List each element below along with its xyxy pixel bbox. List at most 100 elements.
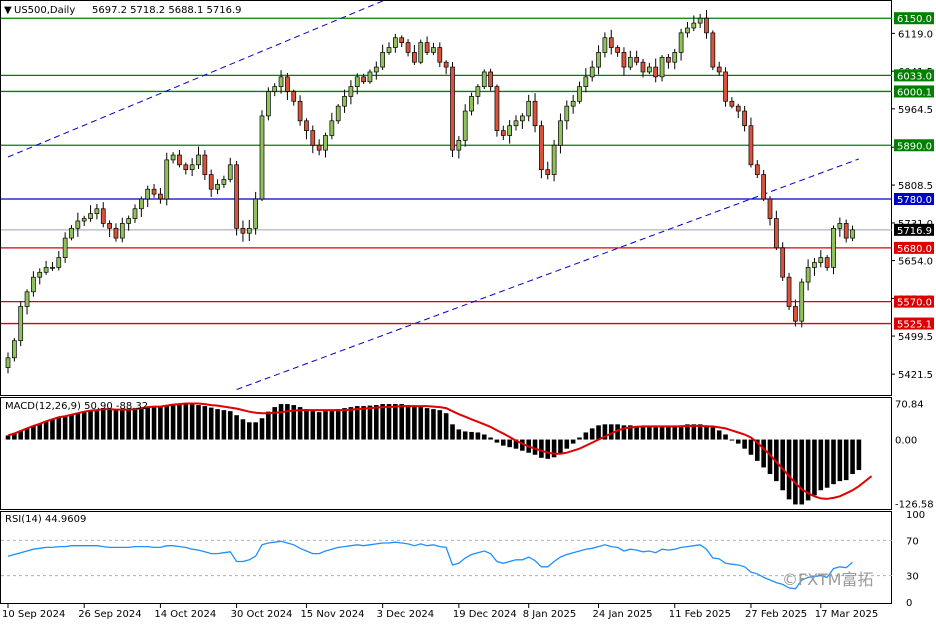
candle-body-133 <box>850 229 855 239</box>
candle-31 <box>202 150 208 180</box>
macd-bar-115 <box>735 439 741 444</box>
time-tick-label-0: 10 Sep 2024 <box>2 609 65 620</box>
candle-68 <box>437 42 443 67</box>
candle-body-27 <box>177 154 182 166</box>
macd-bar-26 <box>170 404 176 440</box>
candle-74 <box>475 84 481 105</box>
macd-bar-93 <box>596 425 601 440</box>
macd-bar-87 <box>558 439 563 454</box>
candle-body-42 <box>272 86 278 92</box>
candle-body-24 <box>158 193 163 200</box>
candle-57 <box>367 69 373 84</box>
candle-133 <box>850 225 855 242</box>
candle-body-78 <box>500 130 506 136</box>
candle-53 <box>342 89 347 113</box>
candle-123 <box>786 272 792 311</box>
candle-body-19 <box>126 218 132 224</box>
time-axis: 10 Sep 2024 26 Sep 2024 14 Oct 2024 30 Oct … <box>2 604 878 620</box>
time-tick-label-2: 14 Oct 2024 <box>154 609 216 620</box>
candle-body-41 <box>266 91 271 117</box>
candle-body-63 <box>405 42 411 53</box>
macd-bar-119 <box>761 439 766 468</box>
time-tick-label-4: 15 Nov 2024 <box>300 609 364 620</box>
candle-body-107 <box>685 27 690 34</box>
candle-body-96 <box>615 47 620 53</box>
collapse-triangle-icon[interactable]: ▼ <box>4 5 12 16</box>
candle-body-34 <box>221 179 227 185</box>
candle-body-82 <box>526 100 532 117</box>
macd-bar-27 <box>177 404 182 440</box>
candle-71 <box>456 136 462 159</box>
candle-100 <box>640 58 646 78</box>
macd-bar-53 <box>342 408 347 440</box>
candle-body-86 <box>551 144 557 175</box>
macd-bar-106 <box>678 425 684 440</box>
candle-body-101 <box>646 66 652 73</box>
candle-121 <box>773 210 779 251</box>
candle-body-62 <box>399 37 405 43</box>
channel-lines <box>7 0 860 391</box>
candle-58 <box>373 61 379 80</box>
candle-body-21 <box>139 198 144 210</box>
candle-109 <box>697 13 703 28</box>
candle-5 <box>37 268 43 285</box>
candle-body-127 <box>812 262 817 268</box>
candle-body-102 <box>653 66 659 78</box>
candle-body-56 <box>361 76 366 83</box>
candle-body-58 <box>373 66 379 73</box>
rsi-reference-lines <box>1 539 892 577</box>
candle-51 <box>329 112 335 140</box>
candle-body-97 <box>621 52 627 68</box>
macd-bar-33 <box>215 409 220 440</box>
macd-bar-85 <box>545 439 551 459</box>
candle-body-95 <box>608 37 614 48</box>
candle-body-106 <box>678 32 684 53</box>
candle-75 <box>481 69 487 90</box>
price-tick-label-2: 5964.5 <box>898 105 933 116</box>
candle-body-52 <box>335 105 341 122</box>
level-label-1: 6033.0 <box>897 71 932 82</box>
candle-body-20 <box>132 208 138 219</box>
candle-64 <box>412 45 417 66</box>
rsi-line <box>7 540 853 590</box>
candle-body-18 <box>119 223 125 239</box>
time-tick-label-6: 19 Dec 2024 <box>453 609 517 620</box>
candle-body-98 <box>627 56 633 68</box>
macd-bar-47 <box>304 409 309 440</box>
candle-body-116 <box>742 110 747 127</box>
candle-41 <box>266 87 271 121</box>
candle-124 <box>793 299 798 327</box>
macd-bar-60 <box>386 404 392 440</box>
candle-body-74 <box>475 86 481 97</box>
candle-4 <box>31 271 36 297</box>
candle-122 <box>780 242 786 282</box>
candle-112 <box>716 61 722 76</box>
candle-46 <box>297 95 303 126</box>
candle-8 <box>56 251 62 271</box>
macd-bar-5 <box>37 423 43 440</box>
macd-bar-14 <box>94 410 100 440</box>
macd-bar-116 <box>742 439 747 449</box>
candle-9 <box>62 232 68 263</box>
candle-body-99 <box>634 56 640 63</box>
candle-39 <box>253 191 258 235</box>
macd-bar-58 <box>374 405 379 440</box>
candle-70 <box>450 62 455 158</box>
main-pane <box>0 0 892 396</box>
macd-bar-8 <box>56 417 62 440</box>
macd-bar-88 <box>564 439 570 449</box>
candle-47 <box>304 118 309 140</box>
candle-97 <box>621 47 627 76</box>
macd-bar-49 <box>316 412 322 440</box>
macd-bar-66 <box>424 408 430 440</box>
candle-body-91 <box>583 76 589 87</box>
candle-body-25 <box>164 159 170 200</box>
candle-93 <box>596 45 601 75</box>
macd-bar-55 <box>354 406 360 440</box>
candle-body-14 <box>94 208 100 215</box>
candle-116 <box>742 105 747 132</box>
candle-body-66 <box>424 42 430 53</box>
candle-52 <box>335 104 341 124</box>
rsi-tick-label-2: 30 <box>906 572 919 583</box>
rsi-tick-label-0: 100 <box>906 510 925 521</box>
